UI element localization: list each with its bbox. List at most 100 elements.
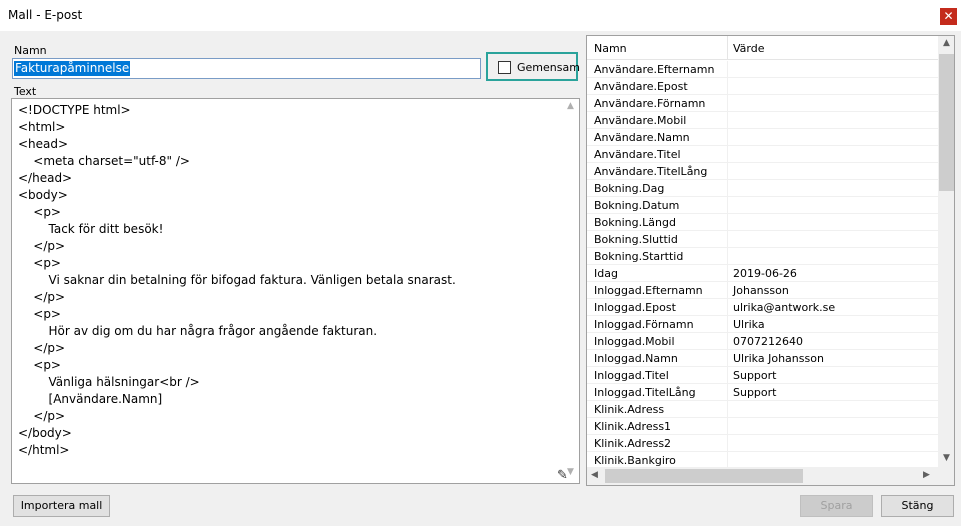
table-row[interactable]: Inloggad.Titel Support <box>587 367 938 384</box>
column-divider <box>727 265 728 282</box>
table-row[interactable]: Bokning.Sluttid <box>587 231 938 248</box>
variable-name: Användare.Förnamn <box>594 97 706 110</box>
editor-vertical-scrollbar[interactable]: ▲ ▼ <box>562 99 579 483</box>
column-divider <box>727 129 728 146</box>
column-divider <box>727 61 728 78</box>
code-line: <meta charset="utf-8" /> <box>18 154 190 168</box>
variable-name: Användare.Epost <box>594 80 688 93</box>
table-row[interactable]: Användare.Epost <box>587 78 938 95</box>
table-row[interactable]: Inloggad.Epost ulrika@antwork.se <box>587 299 938 316</box>
table-row[interactable]: Användare.Mobil <box>587 112 938 129</box>
column-divider <box>727 316 728 333</box>
code-line: <p> <box>18 205 61 219</box>
code-line: <p> <box>18 358 61 372</box>
scrollbar-corner <box>938 467 954 485</box>
variable-value: Ulrika <box>733 318 765 331</box>
scroll-up-icon[interactable]: ▲ <box>562 101 579 115</box>
column-divider <box>727 435 728 452</box>
name-input[interactable]: Fakturapåminnelse <box>12 58 481 79</box>
code-line: Tack för ditt besök! <box>18 222 164 236</box>
column-divider <box>727 231 728 248</box>
table-row[interactable]: Inloggad.Förnamn Ulrika <box>587 316 938 333</box>
code-line: </p> <box>18 341 66 355</box>
pencil-icon[interactable]: ✎ <box>557 468 568 483</box>
variable-name: Användare.Mobil <box>594 114 687 127</box>
variables-vertical-scrollbar[interactable]: ▲ ▼ <box>938 36 954 467</box>
column-divider <box>727 112 728 129</box>
shared-checkbox-label[interactable]: Gemensam <box>517 61 580 74</box>
variable-value: Johansson <box>733 284 789 297</box>
code-line: Hör av dig om du har några frågor angåen… <box>18 324 378 338</box>
column-divider[interactable] <box>727 36 728 60</box>
column-divider <box>727 95 728 112</box>
variable-name: Inloggad.TitelLång <box>594 386 696 399</box>
variable-name: Klinik.Adress2 <box>594 437 672 450</box>
template-text-content[interactable]: <!DOCTYPE html> <html> <head> <meta charse… <box>18 102 558 459</box>
table-row[interactable]: Klinik.Adress1 <box>587 418 938 435</box>
variable-value: 2019-06-26 <box>733 267 797 280</box>
save-button[interactable]: Spara <box>800 495 873 517</box>
code-line: [Användare.Namn] <box>18 392 163 406</box>
column-divider <box>727 180 728 197</box>
scroll-thumb[interactable] <box>605 469 803 483</box>
table-row[interactable]: Bokning.Datum <box>587 197 938 214</box>
scroll-down-icon[interactable]: ▼ <box>938 453 954 463</box>
name-label: Namn <box>14 44 47 57</box>
column-header-name[interactable]: Namn <box>594 42 627 55</box>
import-template-button[interactable]: Importera mall <box>13 495 110 517</box>
column-header-value[interactable]: Värde <box>733 42 765 55</box>
text-label: Text <box>14 85 37 98</box>
variables-header: ⌃ Namn Värde <box>587 36 938 60</box>
title-bar: Mall - E-post ✕ <box>0 0 961 31</box>
table-row[interactable]: Klinik.Adress <box>587 401 938 418</box>
scroll-up-icon[interactable]: ▲ <box>938 38 954 48</box>
table-row[interactable]: Användare.TitelLång <box>587 163 938 180</box>
column-divider <box>727 248 728 265</box>
shared-checkbox[interactable] <box>498 61 511 74</box>
code-line: <body> <box>18 188 68 202</box>
table-row[interactable]: Idag 2019-06-26 <box>587 265 938 282</box>
table-row[interactable]: Inloggad.Mobil 0707212640 <box>587 333 938 350</box>
variable-value: Support <box>733 386 777 399</box>
variable-name: Inloggad.Förnamn <box>594 318 694 331</box>
column-divider <box>727 384 728 401</box>
close-icon[interactable]: ✕ <box>940 8 957 25</box>
table-row[interactable]: Användare.Titel <box>587 146 938 163</box>
column-divider <box>727 333 728 350</box>
code-line: <html> <box>18 120 66 134</box>
variable-name: Bokning.Dag <box>594 182 665 195</box>
code-line: <head> <box>18 137 69 151</box>
variables-list[interactable]: ⌃ Namn Värde Användare.Efternamn Användar… <box>586 35 955 486</box>
table-row[interactable]: Bokning.Dag <box>587 180 938 197</box>
scroll-right-icon[interactable]: ▶ <box>923 470 930 480</box>
scroll-thumb[interactable] <box>939 54 954 191</box>
variables-horizontal-scrollbar[interactable]: ◀ ▶ <box>587 467 938 485</box>
table-row[interactable]: Användare.Efternamn <box>587 61 938 78</box>
table-row[interactable]: Användare.Förnamn <box>587 95 938 112</box>
table-row[interactable]: Användare.Namn <box>587 129 938 146</box>
shared-checkbox-group[interactable]: Gemensam <box>486 52 580 81</box>
table-row[interactable]: Inloggad.Namn Ulrika Johansson <box>587 350 938 367</box>
close-button[interactable]: Stäng <box>881 495 954 517</box>
sort-ascending-icon: ⌃ <box>653 35 661 42</box>
variable-name: Inloggad.Epost <box>594 301 676 314</box>
variable-name: Inloggad.Mobil <box>594 335 675 348</box>
table-row[interactable]: Inloggad.Efternamn Johansson <box>587 282 938 299</box>
variable-name: Bokning.Datum <box>594 199 680 212</box>
variable-value: ulrika@antwork.se <box>733 301 836 314</box>
variable-value: 0707212640 <box>733 335 803 348</box>
table-row[interactable]: Bokning.Starttid <box>587 248 938 265</box>
code-line: </body> <box>18 426 72 440</box>
template-text-editor[interactable]: <!DOCTYPE html> <html> <head> <meta charse… <box>11 98 580 484</box>
table-row[interactable]: Bokning.Längd <box>587 214 938 231</box>
table-row[interactable]: Klinik.Adress2 <box>587 435 938 452</box>
column-divider <box>727 299 728 316</box>
variable-name: Inloggad.Efternamn <box>594 284 703 297</box>
column-divider <box>727 367 728 384</box>
code-line: </p> <box>18 290 66 304</box>
table-row[interactable]: Inloggad.TitelLång Support <box>587 384 938 401</box>
column-divider <box>727 418 728 435</box>
variable-name: Idag <box>594 267 618 280</box>
scroll-left-icon[interactable]: ◀ <box>591 470 598 480</box>
column-divider <box>727 197 728 214</box>
